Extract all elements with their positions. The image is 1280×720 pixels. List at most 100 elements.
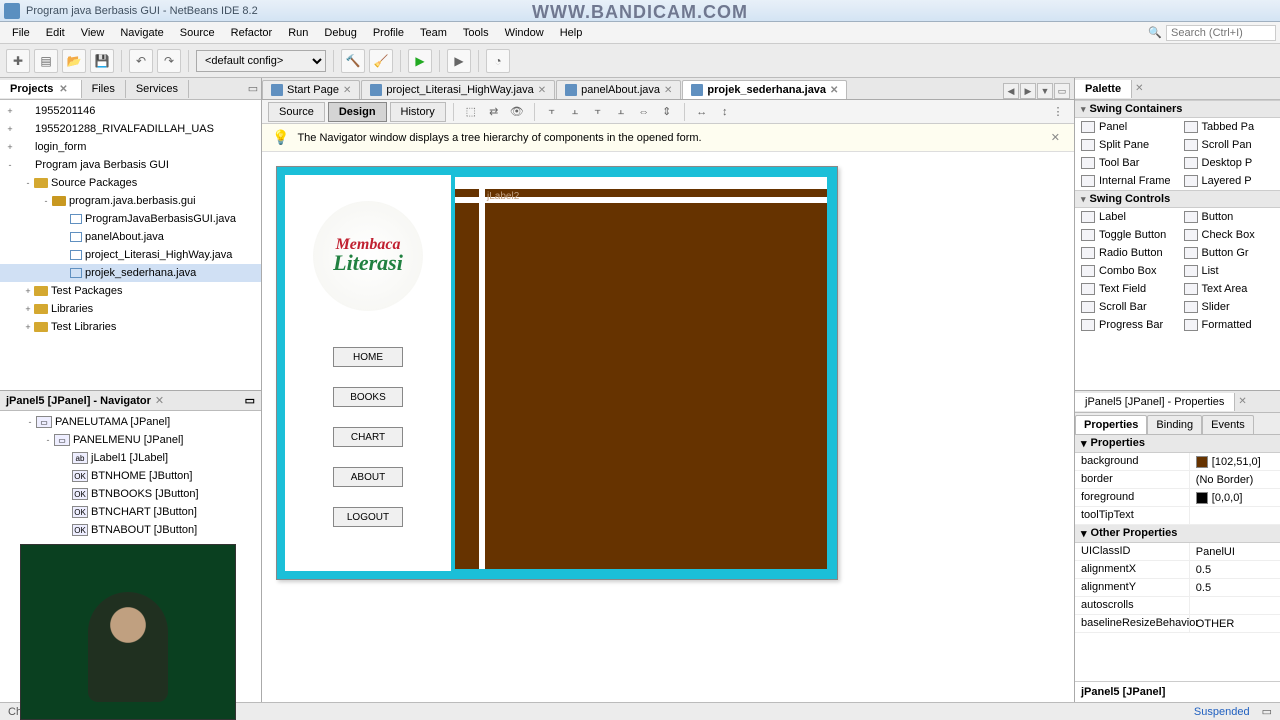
props-tab-binding[interactable]: Binding [1147,415,1202,434]
panelmenu[interactable]: Membaca Literasi HOMEBOOKSCHARTABOUTLOGO… [285,175,451,571]
menu-edit[interactable]: Edit [38,25,73,41]
palette-item[interactable]: Formatted [1178,316,1280,334]
toolbar-menu-icon[interactable]: ⋮ [1048,102,1068,122]
menu-file[interactable]: File [4,25,38,41]
menu-navigate[interactable]: Navigate [112,25,171,41]
palette-item[interactable]: Radio Button [1075,244,1178,262]
open-button[interactable]: 📂 [62,49,86,73]
close-tab-icon[interactable]: ✕ [538,85,546,96]
expander-icon[interactable]: - [4,160,16,170]
close-icon[interactable]: ✕ [53,84,70,95]
projects-tree[interactable]: +1955201146+1955201288_RIVALFADILLAH_UAS… [0,100,261,390]
status-suspended[interactable]: Suspended [1194,706,1250,718]
palette-item[interactable]: Text Field [1075,280,1178,298]
tree-item[interactable]: +Libraries [0,300,261,318]
projects-tab-files[interactable]: Files [82,80,126,98]
navigator-item[interactable]: OKBTNBOOKS [JButton] [0,485,261,503]
palette-item[interactable]: Scroll Bar [1075,298,1178,316]
run-button[interactable]: ▶ [408,49,432,73]
form-home-button[interactable]: HOME [333,347,403,367]
tree-item[interactable]: -Program java Berbasis GUI [0,156,261,174]
palette-item[interactable]: Button [1178,208,1280,226]
props-tab-properties[interactable]: Properties [1075,415,1147,434]
tab-list-button[interactable]: ▼ [1037,83,1053,99]
tree-item[interactable]: +Test Packages [0,282,261,300]
menu-debug[interactable]: Debug [316,25,364,41]
new-project-button[interactable]: ▤ [34,49,58,73]
expander-icon[interactable]: + [22,286,34,296]
property-row[interactable]: toolTipText [1075,507,1280,525]
property-row[interactable]: border(No Border) [1075,471,1280,489]
palette-item[interactable]: Split Pane [1075,136,1178,154]
collapse-icon[interactable]: ▾ [1081,437,1087,450]
palette-item[interactable]: Progress Bar [1075,316,1178,334]
properties-body[interactable]: ▾Propertiesbackground[102,51,0]border(No… [1075,435,1280,681]
navigator-item[interactable]: -▭PANELMENU [JPanel] [0,431,261,449]
notifications-icon[interactable]: ▭ [1262,705,1272,718]
search-input[interactable] [1166,25,1276,41]
property-row[interactable]: alignmentX0.5 [1075,561,1280,579]
tab-prev-button[interactable]: ◀ [1003,83,1019,99]
expander-icon[interactable]: + [22,322,34,332]
navigator-item[interactable]: OKBTNABOUT [JButton] [0,521,261,539]
tree-item[interactable]: +1955201146 [0,102,261,120]
expander-icon[interactable]: + [4,142,16,152]
menu-window[interactable]: Window [497,25,552,41]
palette-item[interactable]: Slider [1178,298,1280,316]
property-row[interactable]: background[102,51,0] [1075,453,1280,471]
palette-item[interactable]: Toggle Button [1075,226,1178,244]
form-about-button[interactable]: ABOUT [333,467,403,487]
align-top-icon[interactable]: ⫟ [588,102,608,122]
view-source-button[interactable]: Source [268,102,325,122]
jpanel5-content[interactable]: jLabel2 [453,175,829,571]
palette-item[interactable]: Layered P [1178,172,1280,190]
editor-tab[interactable]: projek_sederhana.java✕ [682,80,847,99]
menu-refactor[interactable]: Refactor [223,25,281,41]
tree-item[interactable]: ProgramJavaBerbasisGUI.java [0,210,261,228]
align-right-icon[interactable]: ⫠ [565,102,585,122]
expander-icon[interactable]: + [4,124,16,134]
design-canvas[interactable]: Membaca Literasi HOMEBOOKSCHARTABOUTLOGO… [262,152,1074,702]
resize-h-icon[interactable]: ↔ [692,102,712,122]
tab-max-button[interactable]: ▭ [1054,83,1070,99]
config-select[interactable]: <default config> [196,50,326,72]
tree-item[interactable]: project_Literasi_HighWay.java [0,246,261,264]
menu-tools[interactable]: Tools [455,25,497,41]
tree-item[interactable]: +Test Libraries [0,318,261,336]
palette-category[interactable]: ▾Swing Containers [1075,100,1280,118]
new-file-button[interactable]: ✚ [6,49,30,73]
view-design-button[interactable]: Design [328,102,387,122]
palette-item[interactable]: Combo Box [1075,262,1178,280]
palette-item[interactable]: Internal Frame [1075,172,1178,190]
collapse-icon[interactable]: ▾ [1081,527,1087,540]
expander-icon[interactable]: - [42,435,54,445]
align-left-icon[interactable]: ⫟ [542,102,562,122]
panelutama[interactable]: Membaca Literasi HOMEBOOKSCHARTABOUTLOGO… [285,175,829,571]
menu-run[interactable]: Run [280,25,316,41]
close-tab-icon[interactable]: ✕ [830,85,838,96]
palette-item[interactable]: Text Area [1178,280,1280,298]
close-tab-icon[interactable]: ✕ [664,85,672,96]
navigator-item[interactable]: -▭PANELUTAMA [JPanel] [0,413,261,431]
view-history-button[interactable]: History [390,102,446,122]
menu-team[interactable]: Team [412,25,455,41]
resize-v-icon[interactable]: ↕ [715,102,735,122]
property-row[interactable]: alignmentY0.5 [1075,579,1280,597]
tree-item[interactable]: +1955201288_RIVALFADILLAH_UAS [0,120,261,138]
expander-icon[interactable]: + [22,304,34,314]
close-tab-icon[interactable]: ✕ [343,85,351,96]
form-logout-button[interactable]: LOGOUT [333,507,403,527]
property-row[interactable]: autoscrolls [1075,597,1280,615]
profile-button[interactable]: ◔ [486,49,510,73]
tree-item[interactable]: +login_form [0,138,261,156]
menu-view[interactable]: View [73,25,113,41]
palette-category[interactable]: ▾Swing Controls [1075,190,1280,208]
editor-tab[interactable]: panelAbout.java✕ [556,80,681,99]
undo-button[interactable]: ↶ [129,49,153,73]
palette-item[interactable]: Tool Bar [1075,154,1178,172]
navigator-item[interactable]: OKBTNHOME [JButton] [0,467,261,485]
close-icon[interactable]: ✕ [155,394,164,407]
expander-icon[interactable]: + [4,106,16,116]
collapse-icon[interactable]: ▾ [1081,104,1086,115]
palette-item[interactable]: Button Gr [1178,244,1280,262]
